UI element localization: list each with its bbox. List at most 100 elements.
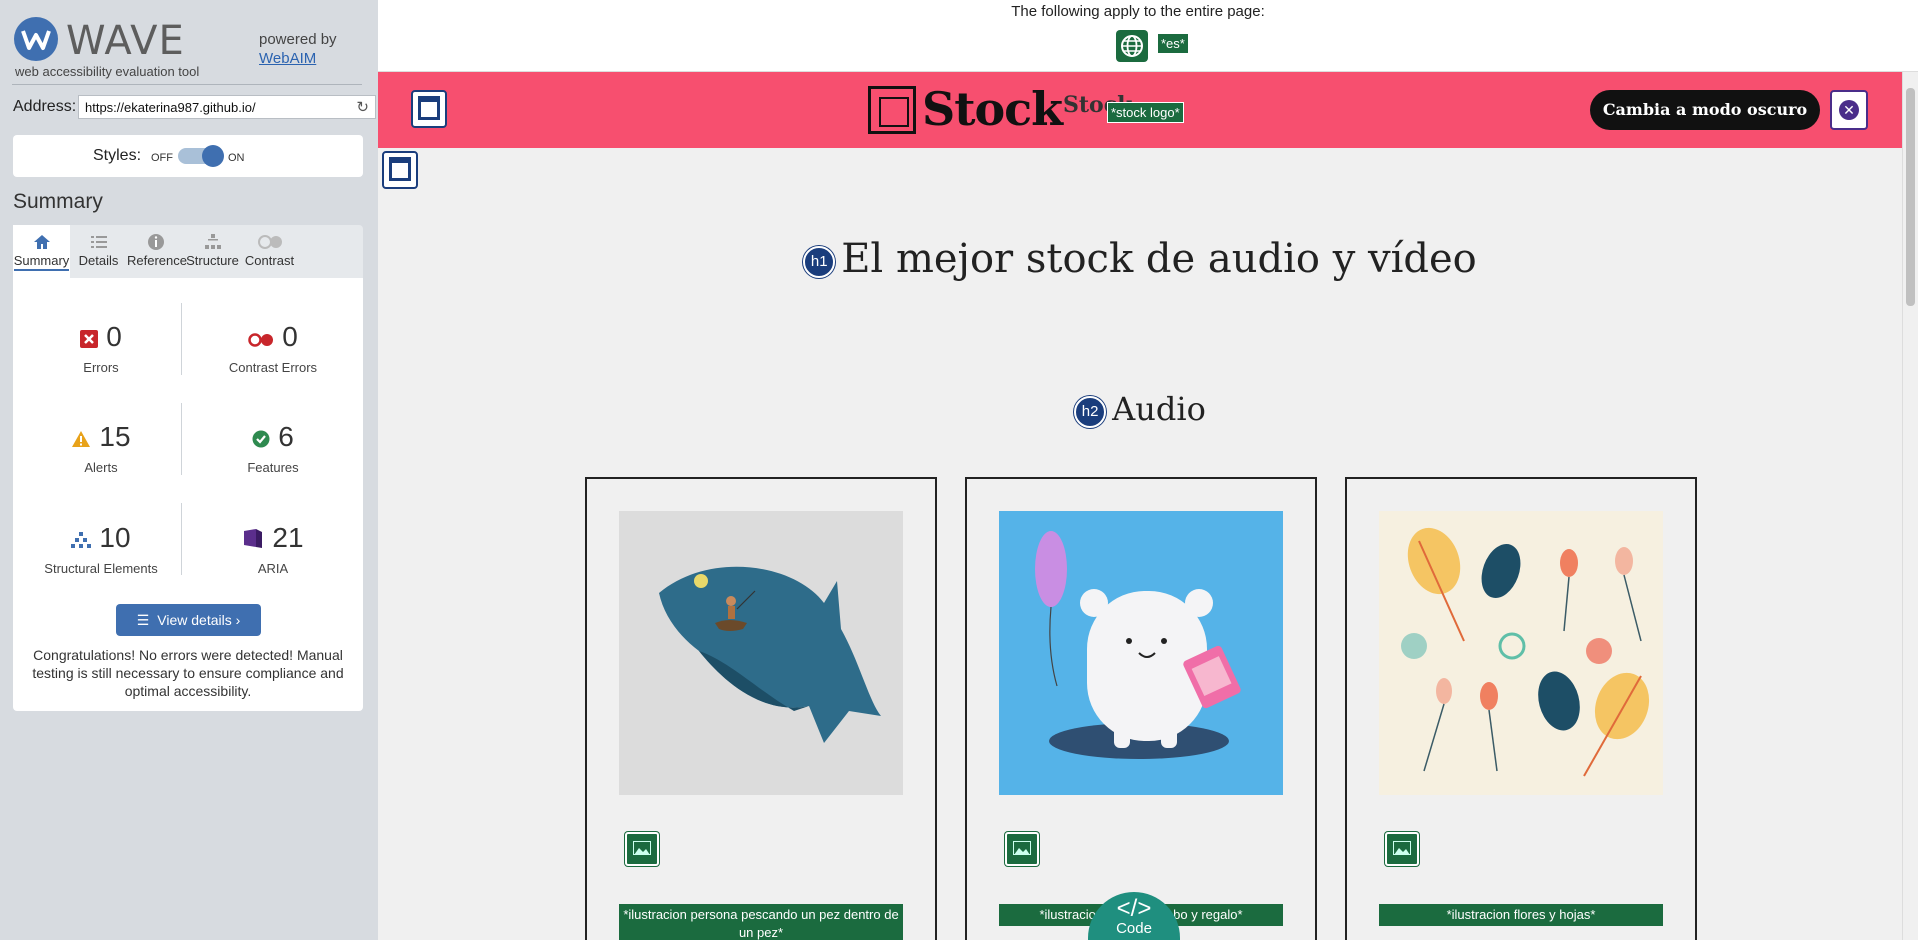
contrast-errors-count: 0 [282,321,298,352]
congrats-message: Congratulations! No errors were detected… [32,647,344,699]
h1-text: El mejor stock de audio y vídeo [841,236,1477,282]
contrast-errors-stat[interactable]: 0 Contrast Errors [193,320,353,375]
webaim-link[interactable]: WebAIM [259,50,316,67]
errors-label: Errors [83,359,119,375]
h2-text: Audio [1112,390,1206,428]
refresh-icon[interactable]: ↻ [356,98,369,116]
styles-label: Styles: [93,147,142,164]
globe-icon[interactable] [1116,30,1148,62]
summary-panel: 0 Errors 0 Contrast Errors 15 Alerts 6 F… [13,278,363,711]
tab-label: Contrast [244,253,295,268]
address-row: Address: https://ekaterina987.github.io/… [13,95,376,119]
powered-by-label: powered by [259,31,337,48]
fish-illustration [619,511,903,795]
contrast-errors-label: Contrast Errors [228,359,318,375]
code-label: Code [1116,920,1152,937]
aria-stat[interactable]: 21 ARIA [193,521,353,576]
audio-card[interactable]: *ilustracion persona pescando un pez den… [585,477,937,940]
contrast-icon [241,225,298,253]
vertical-scrollbar[interactable] [1902,72,1918,940]
address-label: Address: [13,98,77,115]
image-icon[interactable] [625,832,659,866]
powered-by: powered by WebAIM [259,30,337,68]
features-count: 6 [278,421,294,452]
divider [181,503,182,575]
image-icon[interactable] [1005,832,1039,866]
list-icon [70,225,127,253]
logo-alt-tag: *stock logo* [1107,102,1184,123]
page-title: h1 El mejor stock de audio y vídeo [378,236,1902,282]
structural-stat[interactable]: 10 Structural Elements [21,521,181,576]
tab-contrast[interactable]: Contrast [241,225,298,278]
wave-logo-text: WAVE [66,18,185,64]
info-icon [127,225,184,253]
divider [181,403,182,475]
tab-summary[interactable]: Summary [13,225,70,278]
page-level-bar: The following apply to the entire page: … [378,0,1918,72]
wave-logo-icon [14,17,58,61]
aria-count: 21 [272,522,304,553]
bear-illustration [999,511,1283,795]
styles-toggle[interactable] [178,145,224,167]
section-heading: h2 Audio [378,390,1902,428]
tab-structure[interactable]: Structure [184,225,241,278]
tab-reference[interactable]: Reference [127,225,187,278]
dark-mode-button[interactable]: Cambia a modo oscuro [1590,90,1820,130]
error-icon [80,322,99,356]
aria-label: ARIA [257,560,289,576]
site-header: Stock Stock *stock logo* Cambia a modo o… [378,72,1902,148]
h1-badge-icon[interactable]: h1 [803,246,836,278]
brand-box-icon [868,86,916,134]
home-icon [13,225,70,253]
tab-details[interactable]: Details [70,225,127,278]
flowers-illustration [1379,511,1663,795]
errors-count: 0 [106,321,122,352]
summary-heading: Summary [13,190,103,213]
wave-logo: WAVE web accessibility evaluation tool p… [14,14,364,82]
view-details-label: View details › [157,612,241,628]
structural-count: 10 [99,522,131,553]
aria-icon [242,523,264,557]
tab-label: Reference [127,253,187,268]
divider [181,303,182,375]
list-icon: ☰ [136,612,150,628]
address-input[interactable]: https://ekaterina987.github.io/ ↻ [78,95,376,119]
scroll-thumb[interactable] [1906,88,1915,306]
html-region-icon[interactable] [411,90,447,128]
code-toggle-button[interactable]: </> Code [1088,892,1180,940]
structural-label: Structural Elements [44,560,158,576]
alert-icon [71,422,91,456]
brand-logo: Stock [868,82,1068,136]
errors-stat[interactable]: 0 Errors [21,320,181,375]
image-alt-tag: *ilustracion persona pescando un pez den… [619,904,903,940]
tab-label: Structure [186,253,239,268]
wave-tagline: web accessibility evaluation tool [15,64,200,79]
html-region-icon[interactable] [382,151,418,189]
styles-off-label: OFF [151,152,173,164]
audio-card[interactable]: *ilustracion oso con globo y regalo* [965,477,1317,940]
alerts-stat[interactable]: 15 Alerts [21,420,181,475]
lang-tag: *es* [1158,34,1188,53]
brand-text: Stock [922,82,1063,136]
feature-icon [252,422,270,456]
structure-icon [184,225,241,253]
toggle-knob [202,145,224,167]
wave-sidebar: WAVE web accessibility evaluation tool p… [0,0,378,940]
alerts-count: 15 [99,421,131,452]
image-icon[interactable] [1385,832,1419,866]
image-alt-tag: *ilustracion flores y hojas* [1379,904,1663,926]
features-label: Features [247,459,299,475]
features-stat[interactable]: 6 Features [193,420,353,475]
page-preview: The following apply to the entire page: … [378,0,1918,940]
alerts-label: Alerts [84,459,118,475]
styles-panel: Styles: OFF ON [13,135,363,177]
view-details-button[interactable]: ☰ View details › [116,604,261,636]
app-window: WAVE web accessibility evaluation tool p… [0,0,1918,940]
address-value: https://ekaterina987.github.io/ [85,100,256,115]
code-icon: </> [1116,895,1152,922]
audio-card[interactable]: *ilustracion flores y hojas* [1345,477,1697,940]
close-icon[interactable]: ✕ [1830,90,1868,130]
entire-page-text: The following apply to the entire page: [1011,3,1265,20]
wave-tabs: Summary Details Reference Structure Cont… [13,225,363,278]
h2-badge-icon[interactable]: h2 [1074,395,1107,428]
